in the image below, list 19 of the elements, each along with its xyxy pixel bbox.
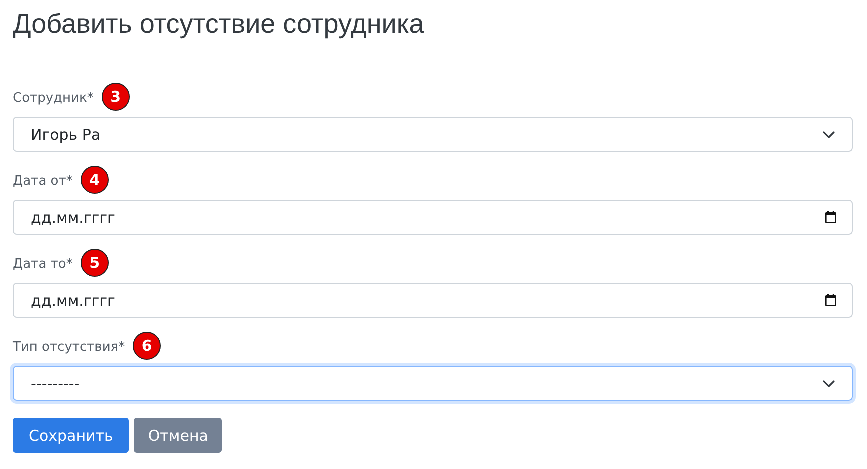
- step-badge: 5: [80, 248, 109, 276]
- step-badge: 3: [102, 82, 130, 110]
- field-label: Дата то*: [13, 257, 73, 272]
- date-field[interactable]: дд.мм.гггг: [13, 200, 853, 235]
- date-field[interactable]: дд.мм.гггг: [13, 283, 853, 318]
- step-badge: 4: [80, 166, 109, 194]
- chevron-down-icon[interactable]: [823, 380, 835, 388]
- page-title: Добавить отсутствие сотрудника: [13, 8, 424, 41]
- field-label: Дата от*: [13, 174, 73, 189]
- select-field[interactable]: Игорь Ра: [13, 117, 853, 152]
- field-label: Сотрудник*: [13, 91, 94, 106]
- calendar-icon[interactable]: [825, 294, 837, 307]
- step-badge: 6: [133, 332, 162, 360]
- select-field[interactable]: ---------: [13, 366, 853, 401]
- cancel-button[interactable]: Отмена: [134, 418, 222, 453]
- chevron-down-icon[interactable]: [823, 130, 835, 138]
- save-button[interactable]: Сохранить: [13, 418, 130, 453]
- field-label: Тип отсутствия*: [13, 340, 126, 355]
- calendar-icon[interactable]: [825, 211, 837, 224]
